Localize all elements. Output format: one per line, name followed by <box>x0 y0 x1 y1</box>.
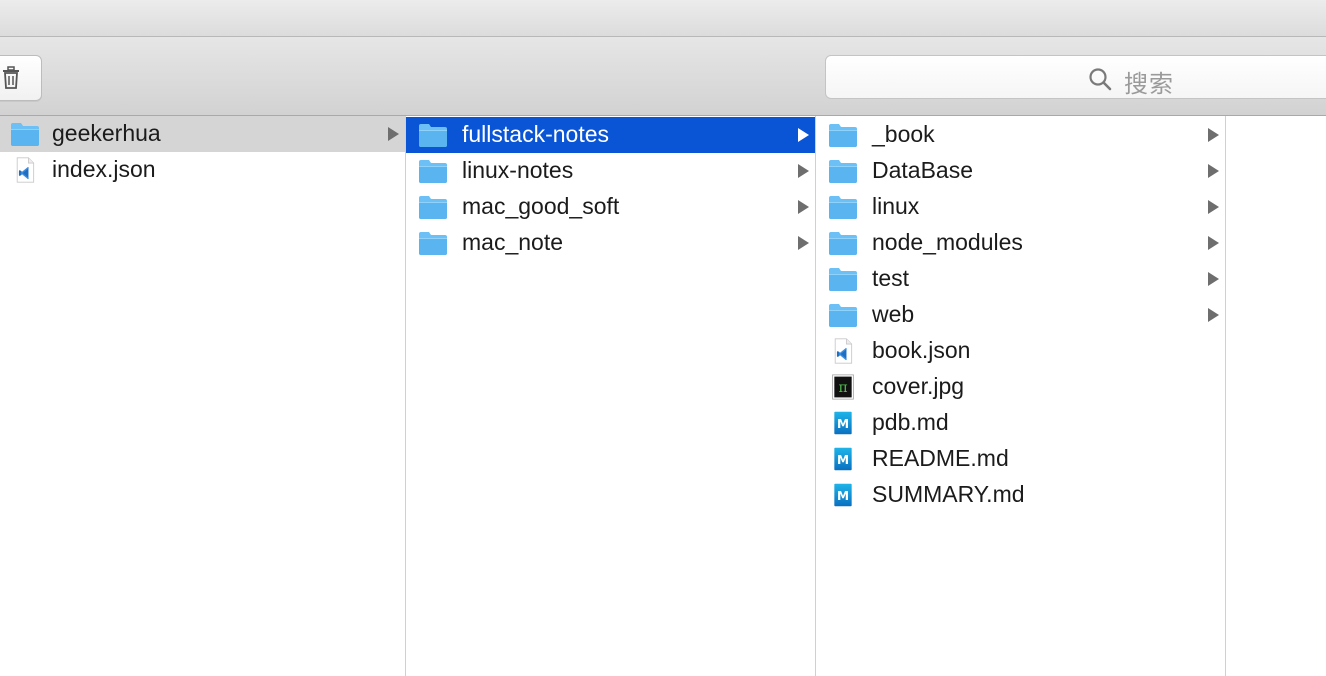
item-label: mac_good_soft <box>462 193 620 219</box>
svg-text:M: M <box>837 489 849 503</box>
window-title-bar <box>0 0 1326 37</box>
folder-row[interactable]: linux-notes <box>406 153 815 189</box>
item-label: web <box>872 301 915 327</box>
vscode-file-icon <box>834 338 853 364</box>
column-3[interactable]: _book DataBase linux node_modulestest web boo… <box>816 116 1226 676</box>
disclosure-arrow-icon <box>1208 128 1219 142</box>
item-label: linux <box>872 193 920 219</box>
folder-row[interactable]: mac_good_soft <box>406 189 815 225</box>
file-row[interactable]: index.json <box>0 152 405 188</box>
folder-icon <box>829 232 857 255</box>
folder-row[interactable]: web <box>816 297 1225 333</box>
folder-icon <box>829 196 857 219</box>
item-label: pdb.md <box>872 409 949 435</box>
item-label: cover.jpg <box>872 373 965 399</box>
image-thumbnail-icon: π <box>832 374 854 400</box>
vscode-file-icon <box>16 157 35 183</box>
column-4 <box>1226 116 1326 676</box>
item-label: DataBase <box>872 157 974 183</box>
disclosure-arrow-icon <box>1208 308 1219 322</box>
file-row[interactable]: M README.md <box>816 441 1225 477</box>
item-label: geekerhua <box>52 120 161 146</box>
disclosure-arrow-icon <box>388 127 399 141</box>
item-label: book.json <box>872 337 971 363</box>
disclosure-arrow-icon <box>1208 200 1219 214</box>
folder-icon <box>829 304 857 327</box>
item-label: README.md <box>872 445 1009 471</box>
disclosure-arrow-icon <box>798 164 809 178</box>
markdown-file-icon: M <box>834 447 852 471</box>
folder-row[interactable]: test <box>816 261 1225 297</box>
disclosure-arrow-icon <box>798 200 809 214</box>
folder-icon <box>419 196 447 219</box>
column-2[interactable]: fullstack-notes linux-notes mac_good_softm… <box>406 116 816 676</box>
column-browser: geekerhua index.json fullstack-notes linux… <box>0 116 1326 676</box>
item-label: test <box>872 265 910 291</box>
disclosure-arrow-icon <box>1208 272 1219 286</box>
svg-text:M: M <box>837 417 849 431</box>
file-row[interactable]: book.json <box>816 333 1225 369</box>
folder-icon <box>419 160 447 183</box>
delete-button[interactable] <box>0 55 42 101</box>
file-row[interactable]: M SUMMARY.md <box>816 477 1225 513</box>
folder-icon <box>419 232 447 255</box>
item-label: index.json <box>52 156 156 182</box>
column-1[interactable]: geekerhua index.json <box>0 116 406 676</box>
folder-icon <box>419 124 447 147</box>
item-label: _book <box>872 121 935 147</box>
markdown-file-icon: M <box>834 411 852 435</box>
disclosure-arrow-icon <box>798 128 809 142</box>
disclosure-arrow-icon <box>1208 236 1219 250</box>
folder-icon <box>829 160 857 183</box>
finder-toolbar: 搜索 <box>0 37 1326 116</box>
disclosure-arrow-icon <box>798 236 809 250</box>
disclosure-arrow-icon <box>1208 164 1219 178</box>
search-placeholder: 搜索 <box>1124 70 1174 98</box>
folder-row[interactable]: _book <box>816 117 1225 153</box>
folder-icon <box>11 123 39 146</box>
trash-icon <box>3 66 19 89</box>
svg-text:M: M <box>837 453 849 467</box>
markdown-file-icon: M <box>834 483 852 507</box>
folder-row[interactable]: linux <box>816 189 1225 225</box>
folder-row[interactable]: fullstack-notes <box>406 117 815 153</box>
folder-row[interactable]: DataBase <box>816 153 1225 189</box>
folder-row[interactable]: node_modules <box>816 225 1225 261</box>
search-icon <box>1089 68 1112 91</box>
folder-row[interactable]: geekerhua <box>0 116 405 152</box>
search-input[interactable]: 搜索 <box>825 55 1326 99</box>
file-row[interactable]: Mpdb.md <box>816 405 1225 441</box>
folder-icon <box>829 124 857 147</box>
item-label: linux-notes <box>462 157 574 183</box>
item-label: node_modules <box>872 229 1023 255</box>
file-row[interactable]: π cover.jpg <box>816 369 1225 405</box>
folder-row[interactable]: mac_note <box>406 225 815 261</box>
svg-text:π: π <box>838 380 847 396</box>
item-label: SUMMARY.md <box>872 481 1025 507</box>
item-label: fullstack-notes <box>462 121 610 147</box>
item-label: mac_note <box>462 229 564 255</box>
folder-icon <box>829 268 857 291</box>
